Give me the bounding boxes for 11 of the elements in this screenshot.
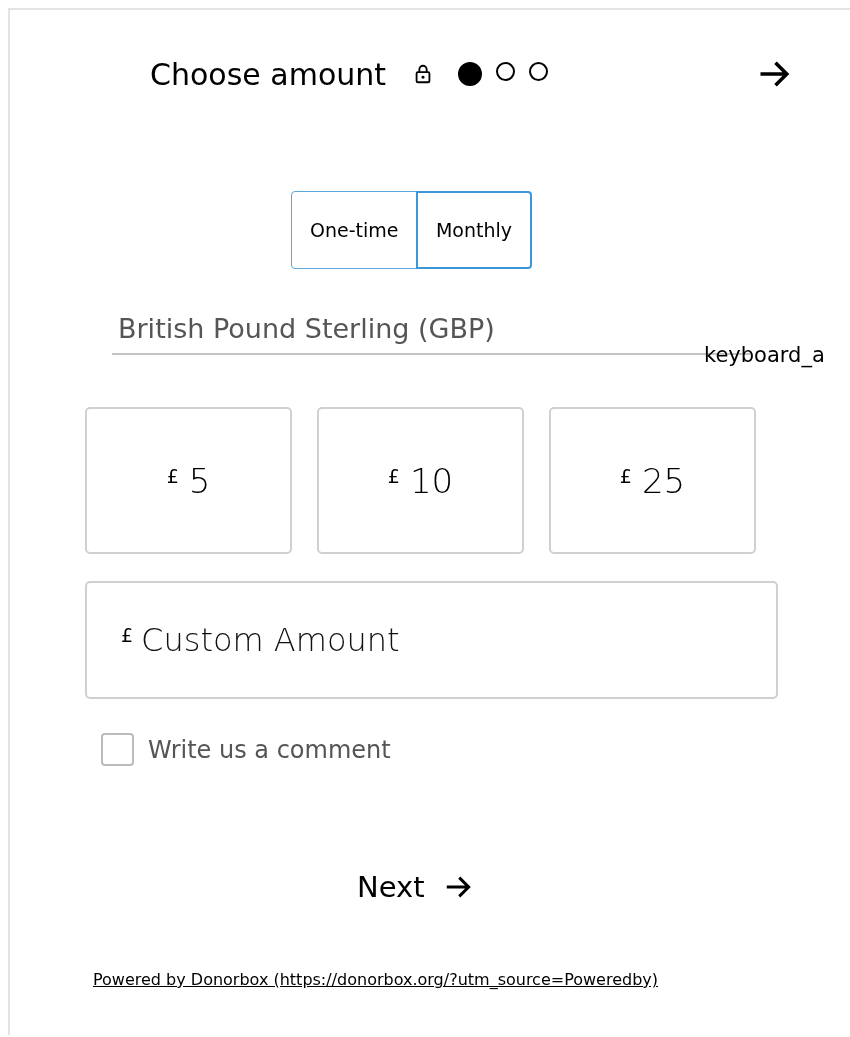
amount-button[interactable]: £ 5 [85, 407, 292, 554]
next-button[interactable]: Next [353, 870, 477, 904]
frequency-tab[interactable]: Monthly [415, 191, 533, 269]
frequency-tab[interactable]: One-time [291, 191, 418, 269]
checkbox-label: Write us a comment [148, 735, 391, 764]
amount-button[interactable]: £ 10 [317, 407, 524, 554]
custom-amount-field[interactable]: £ Custom Amount [85, 581, 778, 699]
checkbox[interactable] [101, 733, 134, 766]
amount-button[interactable]: £ 25 [549, 407, 756, 554]
powered-by-link[interactable]: Powered by Donorbox (https://donorbox.org/?utm_source=Poweredby) [93, 970, 659, 989]
page-title: Choose amount [150, 56, 387, 92]
